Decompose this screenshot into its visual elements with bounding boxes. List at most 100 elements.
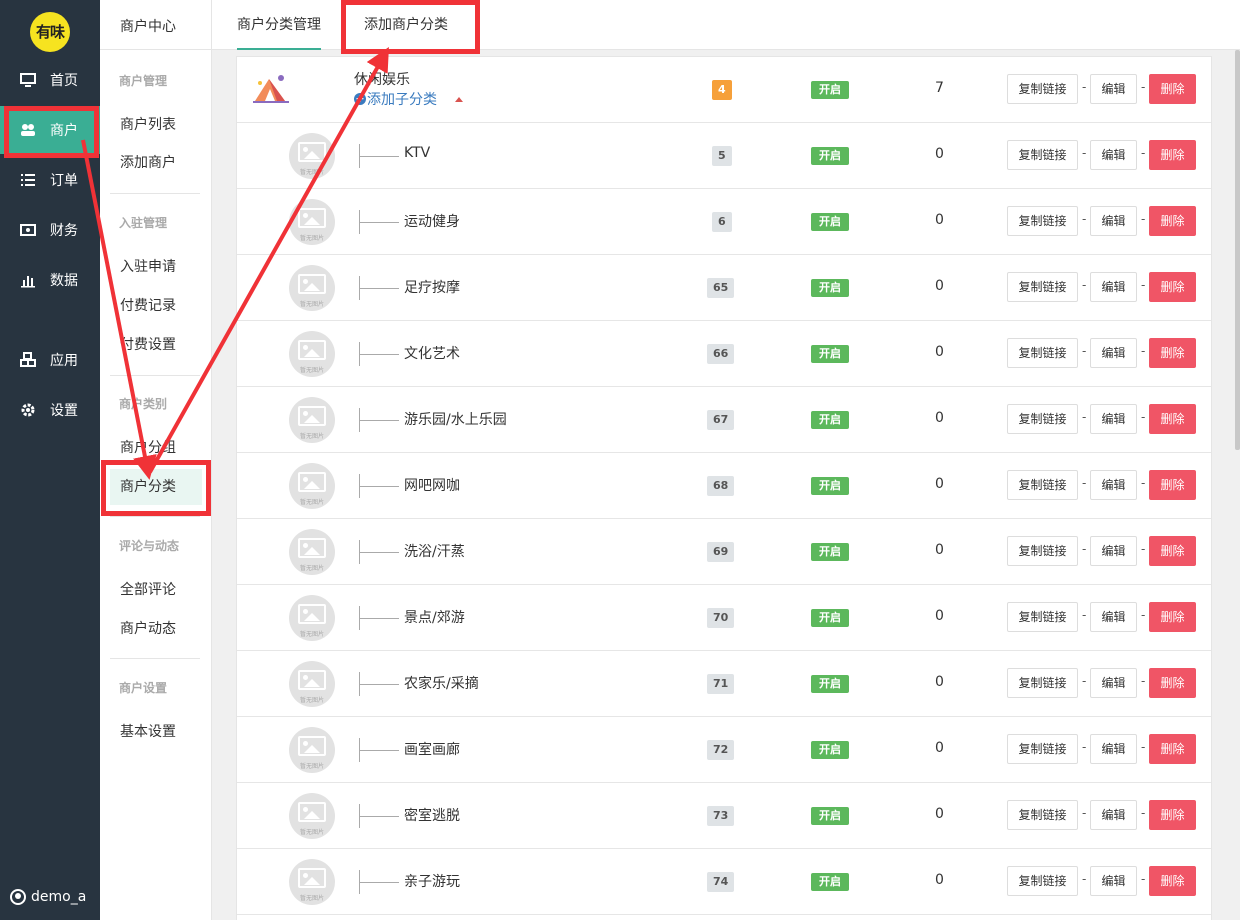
image-placeholder: 暂无图片 [289, 859, 335, 905]
edit-button[interactable]: 编辑 [1090, 272, 1137, 302]
placeholder-caption: 暂无图片 [299, 565, 324, 572]
table-row-parent: 休闲娱乐 + 添加子分类 4 开启 7 复制链接 - 编辑 - 删除 [237, 57, 1211, 123]
content-area: 休闲娱乐 + 添加子分类 4 开启 7 复制链接 - 编辑 - 删除 暂无图片 [212, 50, 1240, 920]
separator: - [1082, 806, 1087, 820]
app-logo[interactable]: 有味 [30, 12, 70, 52]
image-placeholder: 暂无图片 [289, 331, 335, 377]
edit-button[interactable]: 编辑 [1090, 404, 1137, 434]
placeholder-caption: 暂无图片 [299, 433, 324, 440]
money-icon [20, 222, 36, 238]
add-subcategory-label: 添加子分类 [367, 92, 437, 108]
edit-button[interactable]: 编辑 [1090, 338, 1137, 368]
copy-link-button[interactable]: 复制链接 [1007, 668, 1078, 698]
delete-button[interactable]: 删除 [1149, 470, 1196, 500]
image-placeholder-icon [298, 802, 326, 822]
delete-button[interactable]: 删除 [1149, 140, 1196, 170]
divider [100, 49, 211, 50]
copy-link-button[interactable]: 复制链接 [1007, 536, 1078, 566]
delete-button[interactable]: 删除 [1149, 866, 1196, 896]
separator: - [1141, 476, 1146, 490]
tree-line [359, 156, 399, 157]
category-name: 运动健身 [404, 214, 460, 230]
tree-line [359, 816, 399, 817]
sub-item[interactable]: 商户列表 [110, 107, 202, 143]
delete-button[interactable]: 删除 [1149, 734, 1196, 764]
delete-button[interactable]: 删除 [1149, 338, 1196, 368]
table-row: 暂无图片 亲子游玩 74 开启 0 复制链接 - 编辑 - 删除 [237, 849, 1211, 915]
copy-link-button[interactable]: 复制链接 [1007, 470, 1078, 500]
image-placeholder-icon [298, 274, 326, 294]
copy-link-button[interactable]: 复制链接 [1007, 866, 1078, 896]
sidebar-item-2[interactable]: 订单 [0, 156, 100, 204]
collapse-caret-icon[interactable] [455, 97, 463, 102]
edit-button[interactable]: 编辑 [1090, 74, 1137, 104]
separator: - [1141, 278, 1146, 292]
copy-link-button[interactable]: 复制链接 [1007, 602, 1078, 632]
edit-button[interactable]: 编辑 [1090, 800, 1137, 830]
add-subcategory-link[interactable]: + 添加子分类 [354, 89, 437, 109]
sub-item[interactable]: 付费设置 [110, 327, 202, 363]
delete-button[interactable]: 删除 [1149, 74, 1196, 104]
edit-button[interactable]: 编辑 [1090, 140, 1137, 170]
edit-button[interactable]: 编辑 [1090, 470, 1137, 500]
delete-button[interactable]: 删除 [1149, 272, 1196, 302]
sort-badge: 70 [707, 608, 735, 628]
edit-button[interactable]: 编辑 [1090, 206, 1137, 236]
copy-link-button[interactable]: 复制链接 [1007, 272, 1078, 302]
table-row: 暂无图片 画室画廊 72 开启 0 复制链接 - 编辑 - 删除 [237, 717, 1211, 783]
merchant-count: 0 [935, 212, 944, 228]
sub-item[interactable]: 商户动态 [110, 611, 202, 647]
sub-item[interactable]: 基本设置 [110, 714, 202, 750]
sidebar-item-3[interactable]: 财务 [0, 206, 100, 254]
separator: - [1141, 410, 1146, 424]
copy-link-button[interactable]: 复制链接 [1007, 404, 1078, 434]
delete-button[interactable]: 删除 [1149, 800, 1196, 830]
edit-button[interactable]: 编辑 [1090, 734, 1137, 764]
edit-button[interactable]: 编辑 [1090, 602, 1137, 632]
sidebar-item-0[interactable]: 首页 [0, 56, 100, 104]
copy-link-button[interactable]: 复制链接 [1007, 800, 1078, 830]
separator: - [1082, 740, 1087, 754]
tab-category-manage[interactable]: 商户分类管理 [237, 0, 321, 50]
user-menu[interactable]: demo_a [0, 874, 100, 920]
sub-item[interactable]: 添加商户 [110, 145, 202, 181]
sub-item[interactable]: 全部评论 [110, 572, 202, 608]
status-badge: 开启 [811, 411, 849, 429]
category-name: 休闲娱乐 [354, 72, 410, 88]
category-name: 游乐园/水上乐园 [404, 412, 507, 428]
sidebar-item-6[interactable]: 设置 [0, 386, 100, 434]
copy-link-button[interactable]: 复制链接 [1007, 338, 1078, 368]
tent-icon [253, 75, 289, 103]
sub-item[interactable]: 入驻申请 [110, 249, 202, 285]
status-badge: 开启 [811, 147, 849, 165]
copy-link-button[interactable]: 复制链接 [1007, 140, 1078, 170]
edit-button[interactable]: 编辑 [1090, 668, 1137, 698]
delete-button[interactable]: 删除 [1149, 206, 1196, 236]
tree-line [359, 486, 399, 487]
sub-item[interactable]: 付费记录 [110, 288, 202, 324]
delete-button[interactable]: 删除 [1149, 404, 1196, 434]
sidebar-item-5[interactable]: 应用 [0, 336, 100, 384]
sidebar-item-4[interactable]: 数据 [0, 256, 100, 304]
scrollbar-thumb[interactable] [1235, 50, 1240, 450]
delete-button[interactable]: 删除 [1149, 536, 1196, 566]
bar-chart-icon [20, 272, 36, 288]
copy-link-button[interactable]: 复制链接 [1007, 734, 1078, 764]
tree-line [359, 420, 399, 421]
sidebar-item-label: 首页 [50, 73, 78, 89]
monitor-icon [20, 72, 36, 88]
image-placeholder: 暂无图片 [289, 595, 335, 641]
delete-button[interactable]: 删除 [1149, 602, 1196, 632]
sub-group-title: 评论与动态 [119, 539, 180, 553]
status-badge: 开启 [811, 345, 849, 363]
delete-button[interactable]: 删除 [1149, 668, 1196, 698]
sort-badge: 72 [707, 740, 735, 760]
cubes-icon [20, 352, 36, 368]
copy-link-button[interactable]: 复制链接 [1007, 206, 1078, 236]
edit-button[interactable]: 编辑 [1090, 866, 1137, 896]
copy-link-button[interactable]: 复制链接 [1007, 74, 1078, 104]
sidebar-item-label: 应用 [50, 353, 78, 369]
edit-button[interactable]: 编辑 [1090, 536, 1137, 566]
category-name: 洗浴/汗蒸 [404, 544, 465, 560]
placeholder-caption: 暂无图片 [299, 763, 324, 770]
